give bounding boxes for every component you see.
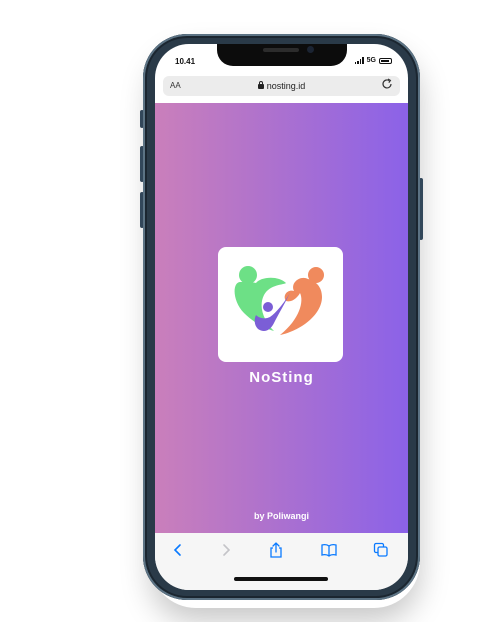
- url-text: nosting.id: [266, 81, 306, 91]
- tabs-icon[interactable]: [372, 541, 390, 564]
- home-indicator[interactable]: [234, 577, 328, 581]
- front-camera: [307, 46, 314, 53]
- credit-text: by Poliwangi: [253, 511, 309, 521]
- battery-icon: [379, 57, 392, 64]
- network-type: 5G: [366, 57, 376, 64]
- back-icon[interactable]: [169, 541, 187, 564]
- forward-icon[interactable]: [217, 541, 235, 564]
- share-icon[interactable]: [267, 541, 285, 564]
- status-indicators: 5G: [354, 57, 392, 64]
- app-name-title: NoSting: [249, 369, 314, 386]
- reload-icon[interactable]: [380, 77, 394, 96]
- bookmarks-icon[interactable]: [320, 541, 338, 564]
- speaker-grille: [263, 48, 299, 52]
- phone-screen: 10.41 5G AA nosting.id NoSting by Poliwa…: [155, 44, 408, 590]
- address-bar[interactable]: AA nosting.id: [163, 76, 400, 96]
- notch: [217, 44, 347, 66]
- lock-icon: [257, 81, 264, 89]
- signal-icon: [354, 57, 364, 64]
- status-time: 10.41: [175, 57, 196, 66]
- app-logo-card: [218, 247, 343, 362]
- nosting-logo-icon: [234, 266, 324, 335]
- browser-toolbar: [155, 533, 408, 590]
- url-display[interactable]: nosting.id: [163, 81, 400, 91]
- splash-screen: NoSting by Poliwangi: [155, 103, 408, 533]
